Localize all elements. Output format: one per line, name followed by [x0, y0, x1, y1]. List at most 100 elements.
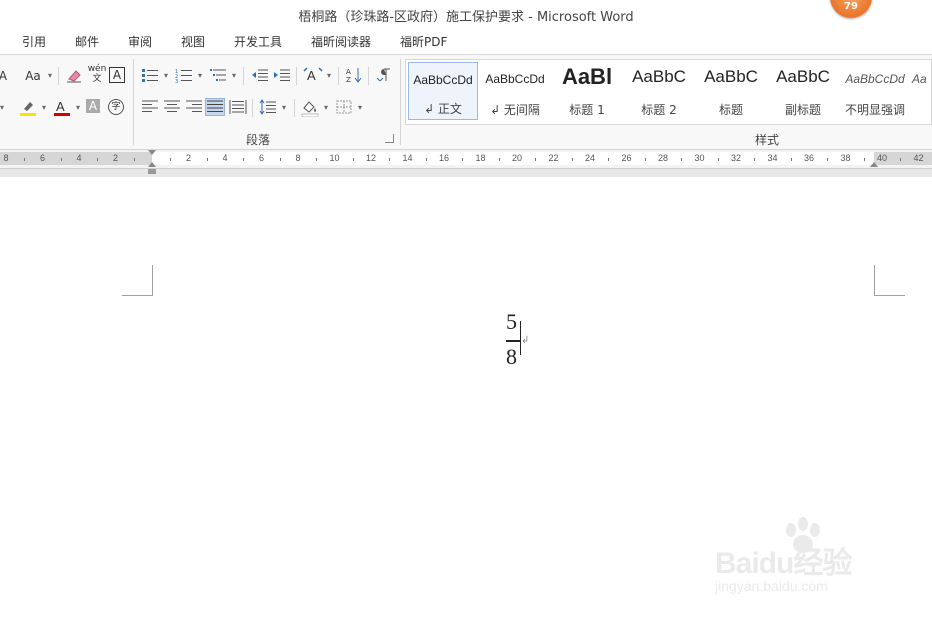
- ruler-label: 42: [913, 153, 924, 163]
- style-sample: AaBbCcDd: [845, 72, 905, 86]
- style-name: 标题 2: [641, 103, 677, 117]
- fraction-equation[interactable]: 5 8 ↲: [500, 309, 530, 370]
- style-name: 标题 1: [569, 103, 605, 117]
- font-color-icon[interactable]: A: [52, 99, 72, 117]
- ruler-tick: [133, 158, 135, 161]
- style-no-spacing[interactable]: AaBbCcDd ↲ 无间隔: [480, 62, 550, 120]
- ruler-tick: [352, 158, 354, 161]
- character-shading-icon[interactable]: A: [86, 99, 100, 113]
- phonetic-guide-icon[interactable]: wén 文: [87, 64, 107, 84]
- margin-corner-top-right: [874, 265, 905, 296]
- style-normal[interactable]: AaBbCcDd ↲ 正文: [408, 62, 478, 120]
- style-name: ↲ 正文: [424, 102, 462, 116]
- enclose-characters-icon[interactable]: 字: [108, 99, 124, 115]
- change-case-dropdown-icon[interactable]: ▾: [44, 67, 56, 85]
- align-left-icon[interactable]: [140, 99, 160, 117]
- tab-review[interactable]: 审阅: [128, 33, 152, 50]
- paragraph-dialog-launcher-icon[interactable]: [385, 134, 394, 143]
- clear-formatting-icon[interactable]: [64, 67, 84, 85]
- ruler-label: 6: [39, 153, 46, 163]
- style-heading-1[interactable]: AaBl 标题 1: [552, 62, 622, 120]
- ruler-label: 22: [548, 153, 559, 163]
- chinese-layout-icon[interactable]: A: [303, 67, 323, 85]
- ruler-tick: [717, 158, 719, 161]
- justify-icon[interactable]: [205, 98, 225, 116]
- first-line-indent-marker[interactable]: [148, 150, 156, 155]
- ruler-shadow: [0, 169, 932, 177]
- svg-text:3: 3: [175, 79, 178, 83]
- distributed-icon[interactable]: [228, 99, 248, 117]
- ruler-label: 10: [329, 153, 340, 163]
- style-sample: AaBbCcDd: [485, 72, 545, 86]
- fraction-denominator[interactable]: 8: [506, 344, 517, 370]
- show-marks-icon[interactable]: [375, 67, 395, 85]
- text-highlight-icon[interactable]: [18, 99, 38, 117]
- ruler-tick: [389, 158, 391, 161]
- paragraph-mark-icon: ↲: [521, 335, 530, 346]
- align-center-icon[interactable]: [162, 99, 182, 117]
- divider: [294, 99, 295, 117]
- ruler-tick: [170, 158, 172, 161]
- style-more[interactable]: Aa: [912, 62, 931, 120]
- style-subtle-emphasis[interactable]: AaBbCcDd 不明显强调: [840, 62, 910, 120]
- hanging-indent-marker[interactable]: [148, 162, 156, 167]
- shading-dropdown-icon[interactable]: ▾: [320, 99, 332, 117]
- borders-dropdown-icon[interactable]: ▾: [354, 99, 366, 117]
- style-sample: AaBbC: [704, 67, 758, 86]
- tab-developer[interactable]: 开发工具: [234, 33, 282, 50]
- numbering-icon[interactable]: 123: [174, 67, 194, 85]
- change-case-button[interactable]: Aa: [22, 67, 44, 85]
- style-subtitle[interactable]: AaBbC 副标题: [768, 62, 838, 120]
- ruler-tick: [681, 158, 683, 161]
- title-bar: 梧桐路（珍珠路-区政府）施工保护要求 - Microsoft Word: [0, 0, 932, 28]
- style-title[interactable]: AaBbC 标题: [696, 62, 766, 120]
- style-name: ↲ 无间隔: [490, 103, 540, 117]
- divider: [243, 67, 244, 85]
- fraction-numerator[interactable]: 5: [506, 309, 517, 335]
- numbering-dropdown-icon[interactable]: ▾: [194, 67, 206, 85]
- group-divider: [400, 59, 401, 145]
- ruler-tick: [754, 158, 756, 161]
- bullets-dropdown-icon[interactable]: ▾: [160, 67, 172, 85]
- style-sample: Aa: [912, 72, 927, 86]
- tab-view[interactable]: 视图: [181, 33, 205, 50]
- ruler-tick: [24, 158, 26, 161]
- grow-font-icon[interactable]: A: [0, 67, 10, 85]
- ruler-tick: [571, 158, 573, 161]
- bullets-icon[interactable]: [140, 67, 160, 85]
- document-page[interactable]: 5 8 ↲ Baidu经验 jingyan.baidu.com: [0, 177, 932, 620]
- increase-indent-icon[interactable]: [272, 67, 292, 85]
- left-indent-box[interactable]: [148, 169, 156, 174]
- style-heading-2[interactable]: AaBbC 标题 2: [624, 62, 694, 120]
- style-name: 不明显强调: [844, 103, 905, 117]
- font-color-dropdown-icon[interactable]: ▾: [72, 99, 84, 117]
- multilevel-dropdown-icon[interactable]: ▾: [228, 67, 240, 85]
- line-spacing-dropdown-icon[interactable]: ▾: [278, 99, 290, 117]
- shading-icon[interactable]: [300, 99, 320, 118]
- right-indent-marker[interactable]: [870, 162, 878, 167]
- ruler-label: 20: [511, 153, 523, 163]
- fraction-bar: [506, 340, 520, 342]
- tab-foxit-reader[interactable]: 福昕阅读器: [311, 33, 371, 50]
- tab-foxit-pdf[interactable]: 福昕PDF: [400, 33, 447, 50]
- ruler-tick: [644, 158, 646, 161]
- font-dropdown-icon[interactable]: ▾: [0, 99, 8, 117]
- ruler-tick: [608, 158, 610, 161]
- align-right-icon[interactable]: [184, 99, 204, 117]
- decrease-indent-icon[interactable]: [250, 67, 270, 85]
- watermark-url: jingyan.baidu.com: [715, 578, 828, 594]
- style-sample: AaBl: [561, 64, 613, 89]
- line-spacing-icon[interactable]: [258, 99, 278, 117]
- multilevel-list-icon[interactable]: [208, 67, 228, 85]
- character-border-icon[interactable]: A: [109, 67, 125, 83]
- horizontal-ruler[interactable]: 2 4 6 8 10 12 14 16 18 20 22 24 26 28 30 32 34 36 38 40 42 8 6…: [0, 150, 932, 169]
- group-divider: [133, 59, 134, 145]
- chinese-layout-dropdown-icon[interactable]: ▾: [323, 67, 335, 85]
- ruler-tick: [863, 158, 865, 161]
- sort-icon[interactable]: AZ: [344, 67, 364, 85]
- tab-references[interactable]: 引用: [22, 33, 46, 50]
- ruler-label: 4: [76, 153, 82, 163]
- tab-mailings[interactable]: 邮件: [75, 33, 99, 50]
- highlight-dropdown-icon[interactable]: ▾: [38, 99, 50, 117]
- borders-icon[interactable]: [334, 99, 354, 117]
